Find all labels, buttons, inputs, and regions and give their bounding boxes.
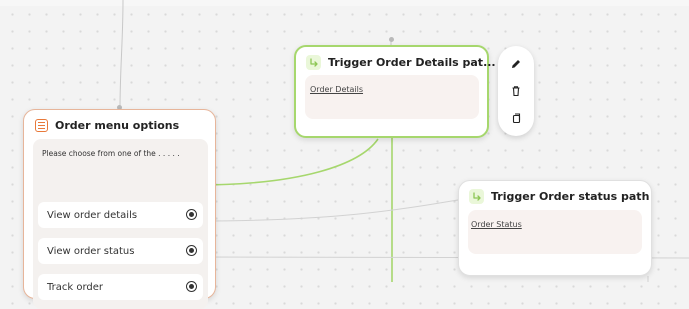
edge-top-to-menu (119, 0, 124, 110)
trigger-order-details-node[interactable]: Trigger Order Details pat... Order Detai… (294, 45, 496, 138)
trash-icon[interactable] (507, 82, 525, 100)
trigger-order-status-node[interactable]: Trigger Order status path Order Status (458, 180, 652, 276)
status-header: Trigger Order status path (469, 189, 649, 204)
order-status-link[interactable]: Order Status (471, 220, 522, 229)
edge-view-details (196, 138, 379, 186)
order-menu-body: Please choose from one of the . . . . . … (33, 139, 208, 309)
pencil-icon[interactable] (507, 55, 525, 73)
details-title: Trigger Order Details pat... (328, 56, 496, 69)
option-label: View order status (47, 245, 135, 257)
trigger-arrow-icon (306, 55, 321, 70)
status-title: Trigger Order status path (491, 190, 650, 203)
details-header: Trigger Order Details pat... (306, 55, 496, 70)
edge-view-status (196, 199, 459, 222)
option-label: Track order (47, 281, 104, 293)
details-body: Order Details (305, 75, 479, 119)
order-menu-prompt: Please choose from one of the . . . . . (42, 149, 180, 158)
status-body: Order Status (468, 210, 642, 254)
order-menu-title: Order menu options (55, 119, 180, 132)
radio-handle-icon[interactable] (186, 245, 197, 256)
option-label: View order details (47, 209, 138, 221)
order-menu-header: Order menu options (35, 119, 179, 132)
option-view-order-status[interactable]: View order status (38, 238, 203, 264)
radio-handle-icon[interactable] (186, 209, 197, 220)
order-details-link[interactable]: Order Details (310, 85, 363, 94)
node-action-toolbar (498, 46, 534, 136)
details-input-handle[interactable] (389, 37, 394, 42)
order-menu-node[interactable]: Order menu options Please choose from on… (23, 109, 216, 309)
option-track-order[interactable]: Track order (38, 274, 203, 300)
option-view-order-details[interactable]: View order details (38, 202, 203, 228)
trigger-arrow-icon (469, 189, 484, 204)
list-icon (35, 119, 48, 132)
copy-icon[interactable] (507, 109, 525, 127)
radio-handle-icon[interactable] (186, 281, 197, 292)
